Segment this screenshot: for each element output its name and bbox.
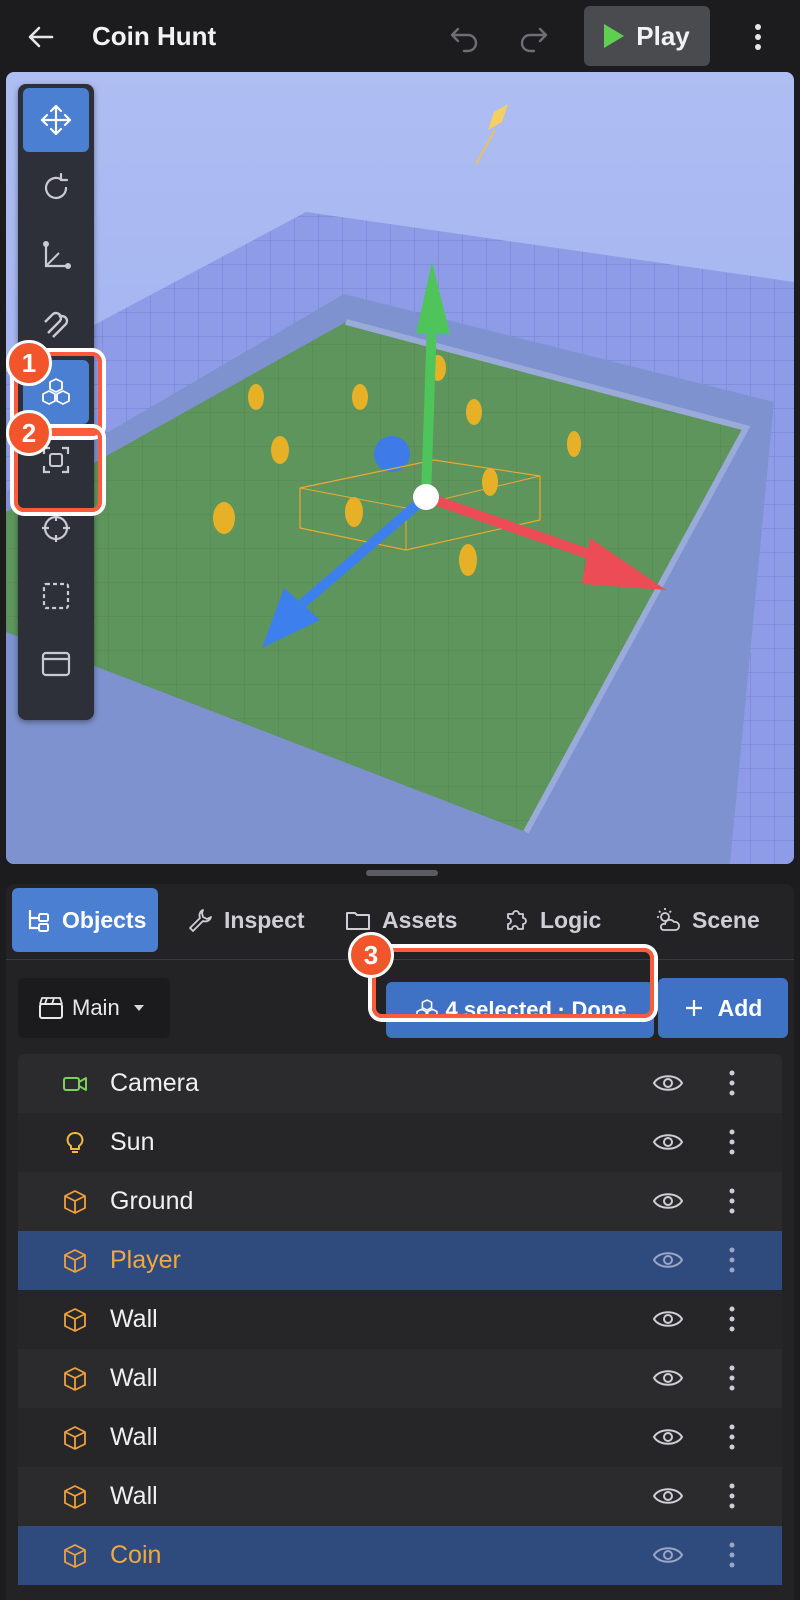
move-tool-button[interactable] [23, 88, 89, 152]
annotation-badge-1: 1 [6, 340, 52, 386]
scale-axes-icon [43, 241, 71, 269]
object-name: Camera [110, 1069, 199, 1097]
rotate-icon [44, 172, 69, 200]
object-row-camera[interactable]: Camera [18, 1054, 782, 1113]
hierarchy-icon [28, 910, 49, 932]
redo-icon[interactable] [518, 21, 550, 53]
cube-icon [64, 1426, 86, 1450]
marquee-tool-button[interactable] [23, 564, 89, 628]
visibility-eye-icon[interactable] [652, 1130, 684, 1154]
marquee-select-icon [42, 582, 70, 610]
undo-icon[interactable] [448, 21, 480, 53]
tab-inspect-label: Inspect [224, 906, 305, 933]
move-icon [40, 104, 72, 136]
visibility-eye-icon[interactable] [652, 1307, 684, 1331]
object-row-player[interactable]: Player [18, 1231, 782, 1290]
panel-resize-handle[interactable] [366, 870, 438, 876]
cube-icon [64, 1190, 86, 1214]
row-more-icon[interactable] [724, 1127, 740, 1157]
cube-icon [64, 1367, 86, 1391]
plus-icon [685, 1000, 702, 1016]
tab-inspect[interactable]: Inspect [174, 888, 317, 952]
scene-selector-value: Main [72, 995, 120, 1020]
object-name: Coin [110, 1541, 162, 1569]
object-row-wall[interactable]: Wall [18, 1349, 782, 1408]
clapperboard-icon [39, 997, 63, 1019]
scale-tool-button[interactable] [23, 224, 89, 288]
row-more-icon[interactable] [724, 1481, 740, 1511]
cube-icon [64, 1544, 86, 1568]
scene-render [6, 104, 794, 864]
window-icon [41, 651, 71, 677]
tab-scene-label: Scene [692, 906, 760, 933]
tab-logic-label: Logic [540, 906, 602, 933]
object-row-wall[interactable]: Wall [18, 1290, 782, 1349]
object-name: Sun [110, 1128, 155, 1156]
tab-scene[interactable]: Scene [642, 888, 772, 952]
visibility-eye-icon[interactable] [652, 1071, 684, 1095]
cube-icon [64, 1308, 86, 1332]
object-name: Wall [110, 1423, 158, 1451]
more-options-icon[interactable] [744, 20, 772, 54]
visibility-eye-icon[interactable] [652, 1248, 684, 1272]
row-more-icon[interactable] [724, 1363, 740, 1393]
row-more-icon[interactable] [724, 1245, 740, 1275]
cube-icon [64, 1249, 86, 1273]
puzzle-icon [507, 910, 527, 930]
object-name: Wall [110, 1364, 158, 1392]
add-object-button[interactable]: Add [658, 978, 788, 1038]
object-row-wall[interactable]: Wall [18, 1467, 782, 1526]
object-row-wall[interactable]: Wall [18, 1408, 782, 1467]
visibility-eye-icon[interactable] [652, 1425, 684, 1449]
object-row-ground[interactable]: Ground [18, 1172, 782, 1231]
object-list: Camera Sun Ground Player Wall Wall Wall … [18, 1054, 782, 1600]
back-arrow-icon[interactable] [24, 20, 58, 54]
view-tool-button[interactable] [23, 632, 89, 696]
object-row-sun[interactable]: Sun [18, 1113, 782, 1172]
app-header: Coin Hunt Play [0, 0, 800, 72]
object-name: Ground [110, 1187, 194, 1215]
row-more-icon[interactable] [724, 1186, 740, 1216]
visibility-eye-icon[interactable] [652, 1543, 684, 1567]
tab-objects-label: Objects [62, 906, 147, 933]
annotation-badge-3: 3 [348, 932, 394, 978]
annotation-badge-2: 2 [6, 410, 52, 456]
row-more-icon[interactable] [724, 1422, 740, 1452]
chevron-down-icon [133, 1005, 144, 1011]
play-button[interactable]: Play [584, 6, 710, 66]
row-more-icon[interactable] [724, 1540, 740, 1570]
object-name: Player [110, 1246, 181, 1274]
tab-objects[interactable]: Objects [12, 888, 159, 952]
cube-icon [64, 1485, 86, 1509]
magnet-icon [44, 311, 69, 338]
weather-icon [657, 908, 680, 931]
highlight-selection-done [372, 948, 654, 1018]
camera-icon [63, 1077, 87, 1091]
add-object-label: Add [717, 994, 763, 1021]
tab-logic[interactable]: Logic [490, 888, 613, 952]
project-title: Coin Hunt [92, 21, 217, 51]
rotate-tool-button[interactable] [23, 156, 89, 220]
visibility-eye-icon[interactable] [652, 1189, 684, 1213]
visibility-eye-icon[interactable] [652, 1484, 684, 1508]
crosshair-icon [42, 514, 70, 542]
wrench-icon [189, 909, 212, 932]
object-row-coin[interactable]: Coin [18, 1526, 782, 1585]
tab-assets-label: Assets [382, 906, 458, 933]
play-button-label: Play [636, 20, 690, 51]
play-icon [604, 24, 625, 48]
row-more-icon[interactable] [724, 1068, 740, 1098]
visibility-eye-icon[interactable] [652, 1366, 684, 1390]
folder-icon [346, 912, 370, 930]
object-name: Wall [110, 1482, 158, 1510]
scene-viewport[interactable] [6, 72, 794, 864]
object-name: Wall [110, 1305, 158, 1333]
lightbulb-icon [66, 1132, 84, 1153]
row-more-icon[interactable] [724, 1304, 740, 1334]
scene-selector-dropdown[interactable]: Main [18, 978, 170, 1038]
bottom-panel: Objects Inspect Assets Logic Scene Main … [6, 884, 794, 1600]
